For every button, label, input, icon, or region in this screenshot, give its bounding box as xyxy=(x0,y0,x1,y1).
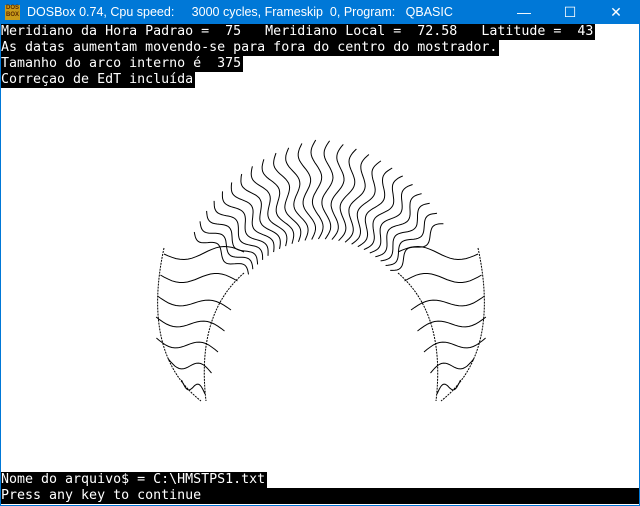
wavy-hour-line xyxy=(338,148,357,242)
crescent-wavy-line xyxy=(397,245,479,261)
crescent-wavy-line xyxy=(423,337,486,353)
file-name-line: Nome do arquivo$ = C:\HMSTPS1.txt xyxy=(1,472,268,488)
crescent-outer-edge xyxy=(440,247,485,402)
wavy-hour-line xyxy=(250,166,288,247)
wavy-hour-line xyxy=(369,184,413,254)
crescent-wavy-line xyxy=(181,379,206,395)
wavy-hour-line xyxy=(193,231,249,275)
press-key-prompt: Press any key to continue xyxy=(1,488,639,504)
dosbox-icon: DOS BOX xyxy=(5,5,20,20)
wavy-hour-line xyxy=(321,140,334,240)
crescent-wavy-line xyxy=(417,316,487,332)
wavy-hour-line xyxy=(330,144,345,240)
dos-screen[interactable]: Meridiano da Hora Padrao = 75 Meridiano … xyxy=(1,24,639,505)
wavy-hour-line xyxy=(351,160,382,245)
wavy-hour-line xyxy=(310,139,324,240)
crescent-wavy-line xyxy=(410,295,485,311)
crescent-wavy-line xyxy=(404,273,482,283)
sundial-drawing xyxy=(155,139,487,402)
crescent-outer-edge xyxy=(157,247,202,402)
wavy-hour-line xyxy=(230,182,275,253)
crescent-wavy-line xyxy=(157,295,232,311)
crescent-wavy-line xyxy=(156,337,219,353)
crescent-inner-edge xyxy=(397,272,439,402)
crescent-inner-edge xyxy=(203,272,245,402)
minimize-icon[interactable]: — xyxy=(501,1,547,24)
crescent-wavy-line xyxy=(436,379,461,395)
maximize-icon[interactable]: ☐ xyxy=(547,1,593,24)
window-title: DOSBox 0.74, Cpu speed: 3000 cycles, Fra… xyxy=(27,5,453,19)
dosbox-window: DOS BOX DOSBox 0.74, Cpu speed: 3000 cycl… xyxy=(0,0,640,506)
wavy-hour-line xyxy=(390,223,444,271)
crescent-wavy-line xyxy=(160,273,238,283)
wavy-hour-line xyxy=(344,154,370,243)
crescent-wavy-line xyxy=(155,316,225,332)
close-icon[interactable]: ✕ xyxy=(593,1,639,24)
wavy-hour-line xyxy=(273,152,302,242)
crescent-wavy-line xyxy=(163,245,245,261)
title-bar[interactable]: DOS BOX DOSBox 0.74, Cpu speed: 3000 cycl… xyxy=(1,1,639,24)
wavy-hour-line xyxy=(240,173,281,249)
